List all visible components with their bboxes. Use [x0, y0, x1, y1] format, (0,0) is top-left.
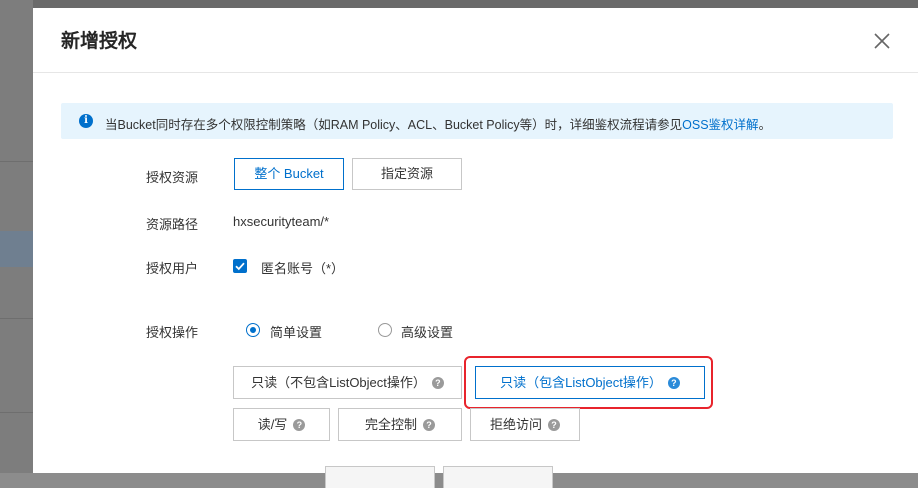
notice-suffix: 。	[758, 118, 772, 132]
simple-mode-label[interactable]: 简单设置	[270, 322, 322, 341]
resource-label: 授权资源	[146, 170, 199, 185]
footer-button[interactable]	[325, 466, 435, 488]
background-divider	[0, 412, 33, 413]
highlight-annotation	[464, 356, 713, 409]
dialog-header: 新增授权	[33, 8, 918, 73]
footer-button[interactable]	[443, 466, 553, 488]
path-label: 资源路径	[146, 217, 199, 232]
notice-message: 当Bucket同时存在多个权限控制策略（如RAM Policy、ACL、Buck…	[105, 118, 683, 132]
oss-auth-detail-link[interactable]: OSS鉴权详解	[682, 118, 758, 132]
notice-text: 当Bucket同时存在多个权限控制策略（如RAM Policy、ACL、Buck…	[105, 114, 771, 133]
user-label: 授权用户	[146, 261, 199, 276]
full-control-button[interactable]: 完全控制?	[338, 408, 462, 441]
action-label: 授权操作	[146, 325, 199, 340]
info-notice: i 当Bucket同时存在多个权限控制策略（如RAM Policy、ACL、Bu…	[61, 103, 893, 139]
help-icon[interactable]: ?	[548, 418, 560, 431]
advanced-mode-radio[interactable]	[378, 323, 392, 337]
deny-access-label: 拒绝访问	[489, 417, 542, 432]
anonymous-account-label[interactable]: 匿名账号（*）	[261, 258, 344, 277]
anonymous-account-checkbox[interactable]	[233, 259, 247, 273]
read-write-button[interactable]: 读/写?	[233, 408, 330, 441]
background-divider	[0, 318, 33, 319]
info-icon: i	[79, 114, 93, 128]
background-selected-row	[0, 231, 33, 267]
help-icon[interactable]: ?	[423, 418, 435, 431]
simple-mode-radio[interactable]	[246, 323, 260, 337]
background-top-bar	[0, 0, 918, 8]
help-icon[interactable]: ?	[431, 376, 444, 389]
dialog-title: 新增授权	[61, 31, 138, 52]
resource-path-value: hxsecurityteam/*	[233, 214, 330, 229]
close-icon[interactable]	[871, 30, 893, 52]
add-authorization-dialog: 新增授权 i 当Bucket同时存在多个权限控制策略（如RAM Policy、A…	[33, 8, 918, 488]
readonly-no-list-button[interactable]: 只读（不包含ListObject操作）?	[233, 366, 462, 399]
readonly-no-list-label: 只读（不包含ListObject操作）	[251, 375, 426, 390]
background-divider	[0, 161, 33, 162]
specific-resource-button[interactable]: 指定资源	[352, 158, 462, 190]
whole-bucket-button[interactable]: 整个 Bucket	[234, 158, 344, 190]
advanced-mode-label[interactable]: 高级设置	[401, 322, 453, 341]
deny-access-button[interactable]: 拒绝访问?	[470, 408, 580, 441]
full-control-label: 完全控制	[364, 417, 417, 432]
help-icon[interactable]: ?	[293, 418, 306, 431]
read-write-label: 读/写	[257, 417, 288, 432]
